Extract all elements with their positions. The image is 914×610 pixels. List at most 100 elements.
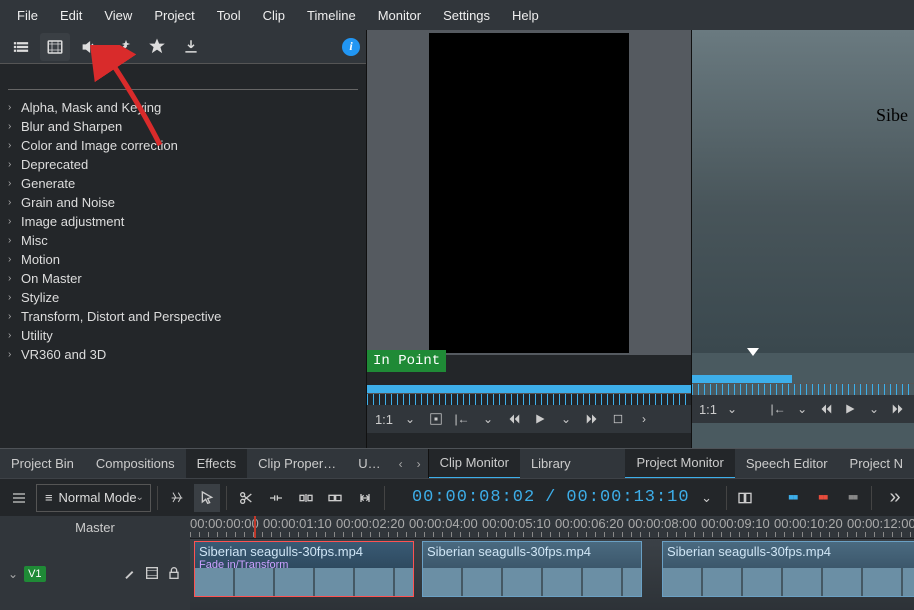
cat-utility[interactable]: Utility: [21, 328, 53, 343]
menu-help[interactable]: Help: [501, 8, 550, 23]
effects-tree[interactable]: ›Alpha, Mask and Keying ›Blur and Sharpe…: [0, 94, 366, 448]
master-label[interactable]: Master: [0, 516, 190, 538]
audio-effects-icon[interactable]: [74, 33, 104, 61]
favorite-icon[interactable]: [142, 33, 172, 61]
chevron-right-icon[interactable]: ›: [633, 408, 655, 430]
tab-project-notes[interactable]: Project N: [839, 449, 914, 479]
cat-transform[interactable]: Transform, Distort and Perspective: [21, 309, 221, 324]
cat-generate[interactable]: Generate: [21, 176, 75, 191]
cat-alpha[interactable]: Alpha, Mask and Keying: [21, 100, 161, 115]
tab-clip-monitor[interactable]: Clip Monitor: [429, 449, 520, 479]
track-v1[interactable]: Siberian seagulls-30fps.mp4 Fade in/Tran…: [190, 538, 914, 610]
insert-icon[interactable]: [293, 484, 319, 512]
menu-monitor[interactable]: Monitor: [367, 8, 432, 23]
in-icon[interactable]: |←: [768, 398, 788, 420]
razor-icon[interactable]: [233, 484, 259, 512]
cat-vr360[interactable]: VR360 and 3D: [21, 347, 106, 362]
cat-on-master[interactable]: On Master: [21, 271, 82, 286]
timecode-sep: /: [545, 488, 556, 507]
mode-label: Normal Mode: [59, 490, 137, 505]
marker-red-icon[interactable]: ▪▪: [809, 484, 835, 512]
menu-clip[interactable]: Clip: [252, 8, 296, 23]
tab-effects[interactable]: Effects: [186, 449, 248, 479]
menu-timeline[interactable]: Timeline: [296, 8, 367, 23]
timeline-clip[interactable]: Siberian seagulls-30fps.mp4: [662, 541, 914, 597]
hamburger-icon[interactable]: [6, 484, 32, 512]
clip-monitor-viewport[interactable]: [367, 30, 691, 355]
cat-stylize[interactable]: Stylize: [21, 290, 59, 305]
marker-blue-icon[interactable]: ▪▪: [779, 484, 805, 512]
cat-deprecated[interactable]: Deprecated: [21, 157, 88, 172]
select-tool-icon[interactable]: [194, 484, 220, 512]
tabs-next-icon[interactable]: ›: [410, 457, 428, 471]
cat-motion[interactable]: Motion: [21, 252, 60, 267]
timecode-total: 00:00:13:10: [566, 488, 689, 507]
chevron-down-icon[interactable]: ⌄: [8, 567, 18, 581]
chevron-down-icon[interactable]: ⌄: [864, 398, 884, 420]
timeline: Master 00:00:00:00 00:00:01:10 00:00:02:…: [0, 516, 914, 610]
mix-icon[interactable]: [732, 484, 758, 512]
effects-search-input[interactable]: [8, 70, 358, 90]
spacer-tool-icon[interactable]: [263, 484, 289, 512]
timecode-current[interactable]: 00:00:08:02: [412, 488, 535, 507]
tabs-prev-icon[interactable]: ‹: [392, 457, 410, 471]
cat-image-adjust[interactable]: Image adjustment: [21, 214, 124, 229]
fx-toggle-icon[interactable]: [164, 484, 190, 512]
cat-misc[interactable]: Misc: [21, 233, 48, 248]
cat-grain[interactable]: Grain and Noise: [21, 195, 115, 210]
full-frame-icon[interactable]: [425, 408, 447, 430]
menu-edit[interactable]: Edit: [49, 8, 93, 23]
cat-color[interactable]: Color and Image correction: [21, 138, 178, 153]
lock-icon[interactable]: [166, 565, 182, 584]
play-icon[interactable]: [840, 398, 860, 420]
in-icon[interactable]: |←: [451, 408, 473, 430]
overwrite-icon[interactable]: [322, 484, 348, 512]
wand-icon[interactable]: [108, 33, 138, 61]
track-label[interactable]: V1: [24, 566, 45, 582]
in-point-badge: In Point: [367, 350, 446, 372]
tab-undo-history[interactable]: U…: [347, 449, 391, 479]
film-icon[interactable]: [144, 565, 160, 584]
zoom-label[interactable]: 1:1: [698, 398, 718, 420]
tab-speech-editor[interactable]: Speech Editor: [735, 449, 839, 479]
tab-compositions[interactable]: Compositions: [85, 449, 186, 479]
list-icon[interactable]: [6, 33, 36, 61]
menu-settings[interactable]: Settings: [432, 8, 501, 23]
rewind-icon[interactable]: [816, 398, 836, 420]
project-monitor-viewport[interactable]: [692, 30, 914, 353]
marker-grey-icon[interactable]: ▪▪: [839, 484, 865, 512]
menu-view[interactable]: View: [93, 8, 143, 23]
tab-clip-properties[interactable]: Clip Proper…: [247, 449, 347, 479]
play-icon[interactable]: [529, 408, 551, 430]
tab-project-bin[interactable]: Project Bin: [0, 449, 85, 479]
menu-project[interactable]: Project: [143, 8, 205, 23]
fx-icon[interactable]: [122, 565, 138, 584]
edit-mode-select[interactable]: ≡Normal Mode⌄: [36, 484, 151, 512]
tab-project-monitor[interactable]: Project Monitor: [625, 449, 734, 479]
chevron-down-icon[interactable]: ⌄: [477, 408, 499, 430]
timeline-ruler[interactable]: 00:00:00:00 00:00:01:10 00:00:02:20 00:0…: [190, 516, 914, 538]
video-effects-icon[interactable]: [40, 33, 70, 61]
download-icon[interactable]: [176, 33, 206, 61]
chevron-down-icon[interactable]: ⌄: [694, 484, 720, 512]
extract-icon[interactable]: [352, 484, 378, 512]
tab-library[interactable]: Library: [520, 449, 582, 479]
forward-icon[interactable]: [581, 408, 603, 430]
track-header[interactable]: ⌄ V1: [0, 538, 190, 610]
chevron-down-icon[interactable]: ⌄: [399, 408, 421, 430]
playhead-icon[interactable]: [747, 348, 759, 356]
menu-file[interactable]: File: [6, 8, 49, 23]
rewind-icon[interactable]: [503, 408, 525, 430]
forward-icon[interactable]: [888, 398, 908, 420]
cat-blur[interactable]: Blur and Sharpen: [21, 119, 122, 134]
timeline-clip[interactable]: Siberian seagulls-30fps.mp4 Fade in/Tran…: [194, 541, 414, 597]
chevron-down-icon[interactable]: ⌄: [722, 398, 742, 420]
chevron-down-icon[interactable]: ⌄: [555, 408, 577, 430]
menu-tool[interactable]: Tool: [206, 8, 252, 23]
crop-icon[interactable]: [607, 408, 629, 430]
zoom-label[interactable]: 1:1: [373, 408, 395, 430]
toolbar-overflow-icon[interactable]: »: [882, 484, 908, 512]
info-icon[interactable]: i: [342, 38, 360, 56]
timeline-clip[interactable]: Siberian seagulls-30fps.mp4: [422, 541, 642, 597]
chevron-down-icon[interactable]: ⌄: [792, 398, 812, 420]
